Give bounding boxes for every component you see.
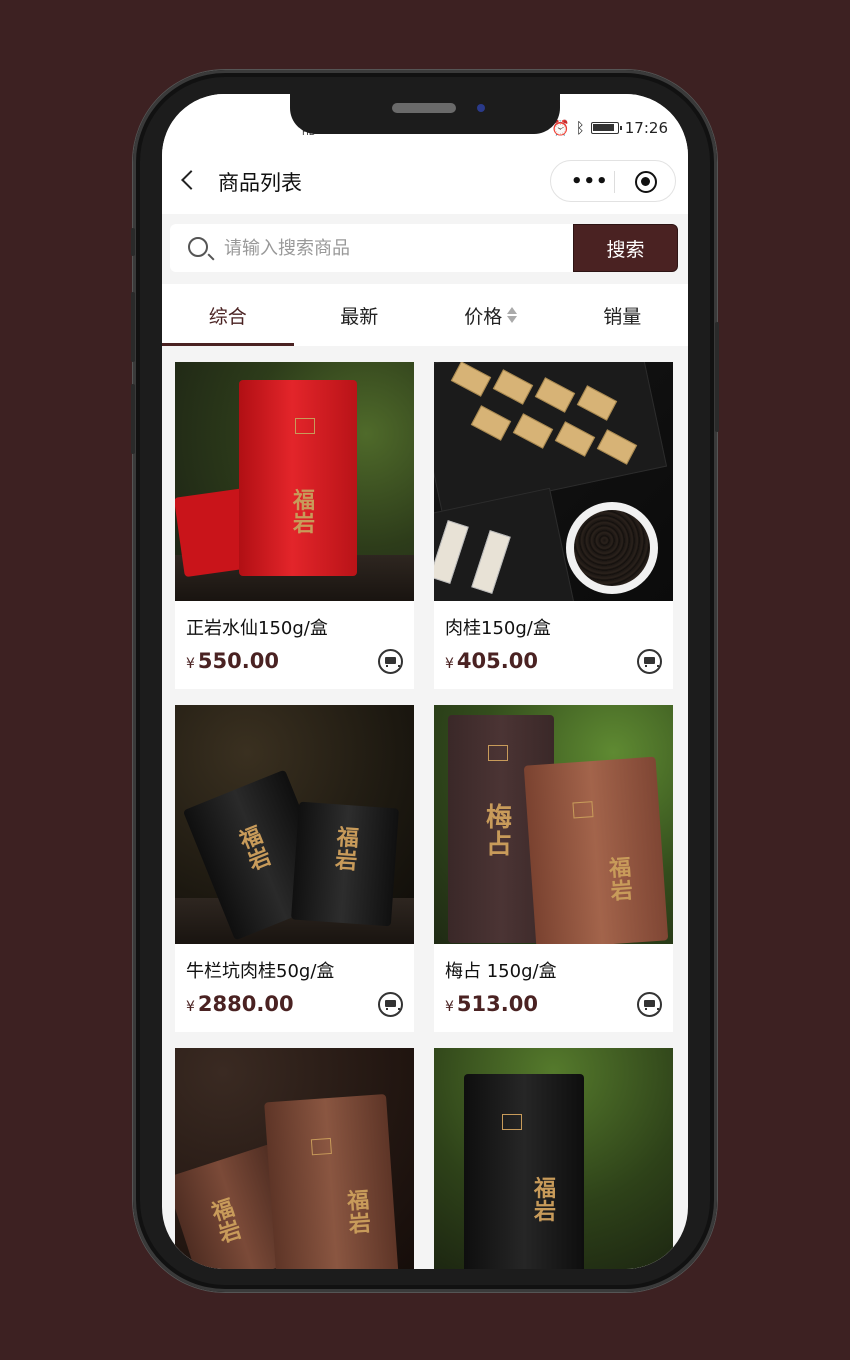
front-camera: [477, 104, 485, 112]
product-name: 梅占 150g/盒: [445, 961, 557, 982]
phone-side-button: [131, 384, 135, 454]
battery-icon: [590, 122, 622, 134]
currency-symbol: ¥: [445, 656, 454, 672]
product-name: 正岩水仙150g/盒: [186, 618, 328, 639]
tab-sales[interactable]: 销量: [557, 284, 689, 346]
image-brand-mark: 梅占: [486, 803, 513, 861]
cart-icon[interactable]: [378, 649, 403, 674]
product-card[interactable]: 肉桂150g/盒 ¥405.00: [434, 362, 673, 689]
product-image: 福岩: [175, 362, 414, 601]
product-price: ¥513.00: [445, 992, 538, 1016]
page-title: 商品列表: [218, 171, 302, 195]
product-name: 肉桂150g/盒: [445, 618, 551, 639]
image-brand-mark: 福岩: [608, 854, 634, 906]
image-brand-mark: 福岩: [334, 824, 360, 875]
tab-label: 最新: [340, 305, 379, 328]
price-value: 2880.00: [197, 992, 294, 1016]
product-name: 牛栏坑肉桂50g/盒: [186, 961, 335, 982]
search-bar: 搜索: [170, 224, 678, 272]
image-tea-plate: [566, 502, 658, 594]
phone-side-button: [131, 228, 135, 256]
image-brand-mark: 福岩: [293, 488, 316, 538]
product-price: ¥550.00: [186, 649, 279, 673]
capsule-divider: [614, 171, 615, 193]
sort-tabs: 综合 最新 价格 销量: [162, 284, 688, 346]
tab-label: 价格: [464, 305, 503, 328]
price-value: 513.00: [456, 992, 538, 1016]
product-grid: 福岩 正岩水仙150g/盒 ¥550.00 肉桂150g/盒 ¥ 405.00 …: [175, 362, 675, 1269]
currency-symbol: ¥: [186, 999, 195, 1015]
product-card[interactable]: 福岩 正岩水仙150g/盒 ¥550.00: [175, 362, 414, 689]
bluetooth-icon: ᛒ: [575, 119, 585, 137]
tab-newest[interactable]: 最新: [294, 284, 426, 346]
image-brand-mark: 福岩: [346, 1187, 372, 1238]
search-input[interactable]: [224, 234, 554, 262]
price-value: 550.00: [197, 649, 279, 673]
product-image: 福岩: [434, 1048, 673, 1269]
image-tea-pack: 福岩: [464, 1074, 584, 1269]
image-seal: [295, 418, 315, 434]
miniprogram-capsule: •••: [550, 160, 676, 202]
product-image: [434, 362, 673, 601]
image-seal: [502, 1114, 522, 1130]
tab-comprehensive[interactable]: 综合: [162, 284, 294, 346]
cart-icon[interactable]: [637, 649, 662, 674]
image-seal: [572, 801, 594, 819]
image-brand-mark: 福岩: [208, 1194, 245, 1249]
price-value: 405.00: [456, 649, 538, 673]
currency-symbol: ¥: [445, 999, 454, 1015]
image-brand-mark: 福岩: [534, 1176, 557, 1226]
clock-time: 17:26: [624, 119, 668, 137]
product-card[interactable]: 福岩 福岩 ¥: [175, 1048, 414, 1269]
product-card[interactable]: 福岩 福岩 牛栏坑肉桂50g/盒 ¥2880.00: [175, 705, 414, 1032]
nav-bar: 商品列表 •••: [162, 150, 688, 214]
product-image: 福岩 福岩: [175, 705, 414, 944]
image-brand-mark: 福岩: [235, 821, 275, 876]
search-box: [170, 224, 574, 272]
phone-screen: HD ⏰ ᛒ 17:26 商品列表 ••• 搜索 综合 最新: [162, 94, 688, 1269]
status-icons: ⏰ ᛒ 17:26: [551, 119, 668, 137]
tab-price[interactable]: 价格: [425, 284, 557, 346]
cart-icon[interactable]: [378, 992, 403, 1017]
product-price: ¥405.00: [445, 649, 538, 673]
image-tea-pack: 福岩: [239, 380, 357, 576]
product-image: 福岩 福岩: [175, 1048, 414, 1269]
cart-icon[interactable]: [637, 992, 662, 1017]
search-icon: [188, 237, 208, 257]
product-card[interactable]: 福岩 ¥: [434, 1048, 673, 1269]
speaker: [392, 103, 456, 113]
search-button[interactable]: 搜索: [573, 224, 678, 272]
image-seal: [488, 745, 508, 761]
target-icon[interactable]: [635, 171, 657, 193]
image-seal: [310, 1137, 332, 1156]
more-dots-icon[interactable]: •••: [571, 171, 609, 192]
sort-arrows-icon: [507, 307, 518, 323]
product-price: ¥2880.00: [186, 992, 294, 1016]
chevron-left-icon[interactable]: [181, 170, 201, 190]
tab-label: 销量: [603, 305, 642, 328]
image-tea-pack: 福岩: [264, 1093, 400, 1269]
phone-side-button: [131, 292, 135, 362]
currency-symbol: ¥: [186, 656, 195, 672]
phone-side-button: [715, 322, 719, 432]
product-image: 梅占 福岩: [434, 705, 673, 944]
tab-label: 综合: [208, 305, 247, 328]
image-tea-pack: 福岩: [523, 756, 669, 944]
image-tea-pack: 福岩: [291, 801, 399, 927]
notch: [290, 94, 560, 134]
product-card[interactable]: 梅占 福岩 梅占 150g/盒 ¥513.00: [434, 705, 673, 1032]
